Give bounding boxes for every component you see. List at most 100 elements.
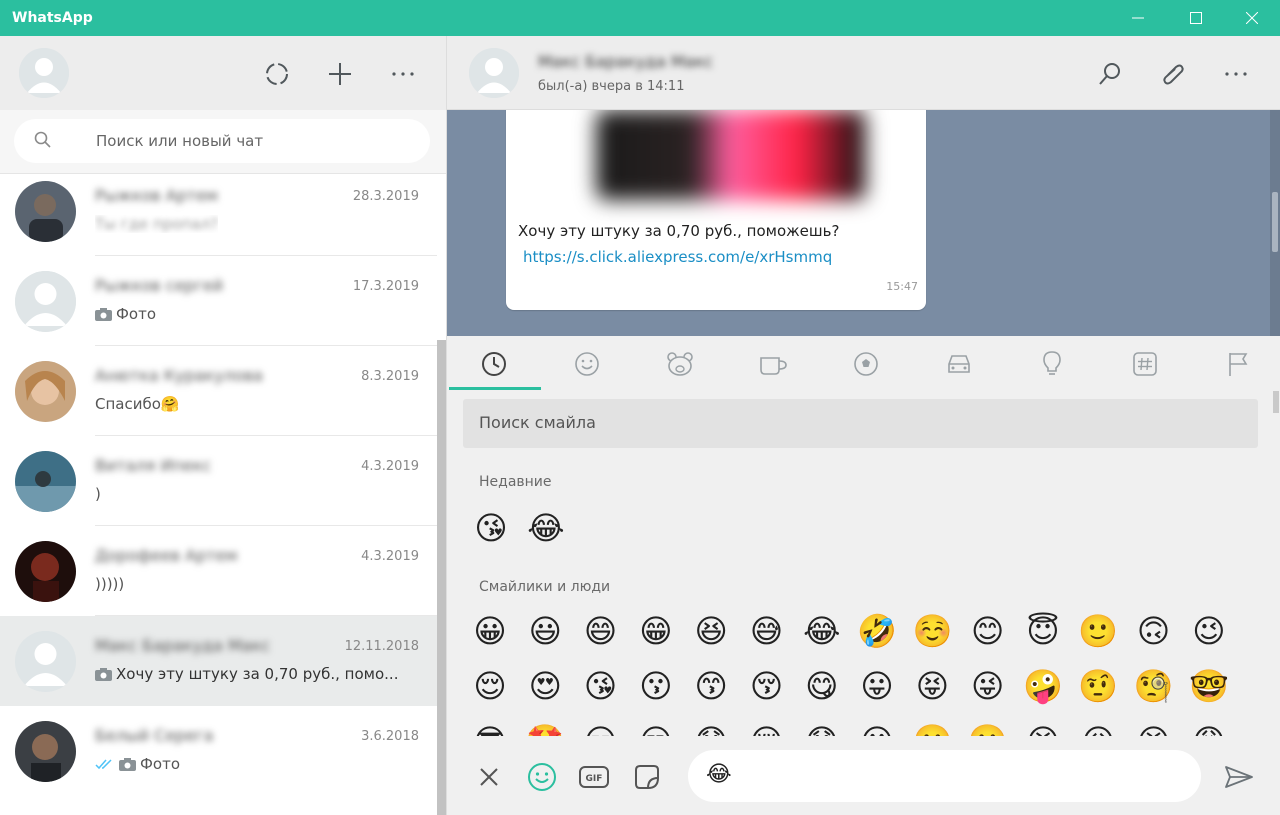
emoji-button[interactable]: 😕 bbox=[855, 721, 899, 736]
conversation-menu-button[interactable] bbox=[1220, 58, 1252, 90]
emoji-button[interactable]: 🤩 bbox=[523, 721, 567, 736]
emoji-button[interactable]: 🤣 bbox=[855, 611, 899, 655]
emoji-button[interactable]: 😄 bbox=[579, 611, 623, 655]
tab-flags[interactable] bbox=[1214, 346, 1262, 382]
chat-sidebar: Поиск или новый чат Рыжков Артем 28.3.20… bbox=[0, 36, 447, 815]
emoji-button[interactable]: 😍 bbox=[523, 666, 567, 710]
emoji-button[interactable]: 🙁 bbox=[910, 721, 954, 736]
chat-row[interactable]: Виталя Ипекс 4.3.2019 ) bbox=[0, 436, 437, 526]
emoji-button[interactable]: 😎 bbox=[468, 721, 512, 736]
chat-row-active[interactable]: Макс Баракуда Макс 12.11.2018 Хочу эту ш… bbox=[0, 616, 437, 706]
default-avatar-icon bbox=[15, 631, 76, 692]
emoji-button[interactable]: 🤨 bbox=[1076, 666, 1120, 710]
tab-animals[interactable] bbox=[656, 346, 704, 382]
sidebar-scrollbar[interactable] bbox=[437, 340, 446, 815]
emoji-button[interactable]: 😜 bbox=[966, 666, 1010, 710]
contact-avatar bbox=[15, 451, 76, 512]
emoji-button[interactable]: 😘 bbox=[579, 666, 623, 710]
message-input[interactable]: 😂 bbox=[688, 750, 1201, 802]
chat-row[interactable]: Дорофеев Артем 4.3.2019 ))))) bbox=[0, 526, 437, 616]
close-window-button[interactable] bbox=[1224, 0, 1280, 36]
emoji-button[interactable]: 😫 bbox=[1132, 721, 1176, 736]
emoji-button[interactable]: 😆 bbox=[689, 611, 733, 655]
chat-date: 17.3.2019 bbox=[352, 279, 419, 294]
emoji-button[interactable] bbox=[525, 760, 559, 794]
emoji-button[interactable]: 😒 bbox=[634, 721, 678, 736]
contact-name: Дорофеев Артем bbox=[95, 546, 238, 565]
emoji-button[interactable]: 🙃 bbox=[1132, 611, 1176, 655]
close-emoji-button[interactable] bbox=[472, 760, 506, 794]
emoji-button[interactable]: ☺️ bbox=[910, 611, 954, 655]
chat-row[interactable]: Рыжков сергей 17.3.2019 Фото bbox=[0, 256, 437, 346]
emoji-button[interactable]: ☹️ bbox=[966, 721, 1010, 736]
emoji-button[interactable]: 😇 bbox=[1021, 611, 1065, 655]
tab-smileys[interactable] bbox=[563, 346, 611, 382]
emoji-button[interactable]: 🤓 bbox=[1187, 666, 1231, 710]
emoji-button[interactable]: 😛 bbox=[855, 666, 899, 710]
emoji-button[interactable]: 🤪 bbox=[1021, 666, 1065, 710]
emoji-button[interactable]: 😖 bbox=[1076, 721, 1120, 736]
message-image[interactable] bbox=[596, 110, 866, 200]
emoji-button[interactable]: 😚 bbox=[745, 666, 789, 710]
emoji-button[interactable]: 😂 bbox=[524, 508, 568, 552]
emoji-scrollbar[interactable] bbox=[1270, 336, 1280, 736]
emoji-button[interactable]: 🧐 bbox=[1132, 666, 1176, 710]
emoji-button[interactable]: 😃 bbox=[523, 611, 567, 655]
search-input[interactable]: Поиск или новый чат bbox=[14, 119, 430, 163]
new-chat-button[interactable] bbox=[324, 58, 356, 90]
chat-row[interactable]: Анютка Куракулова 8.3.2019 Спасибо🤗 bbox=[0, 346, 437, 436]
emoji-button[interactable]: 😔 bbox=[745, 721, 789, 736]
message-bubble[interactable]: Хочу эту штуку за 0,70 руб., поможешь? h… bbox=[506, 110, 926, 310]
scrollbar-thumb[interactable] bbox=[1272, 192, 1278, 252]
chat-row[interactable]: Рыжков Артем 28.3.2019 Ты где пропал? bbox=[0, 174, 437, 256]
emoji-button[interactable]: 😟 bbox=[800, 721, 844, 736]
sidebar-menu-button[interactable] bbox=[387, 58, 419, 90]
emoji-button[interactable]: 😘 bbox=[469, 508, 513, 552]
close-icon bbox=[1246, 12, 1258, 24]
emoji-button[interactable]: 😙 bbox=[689, 666, 733, 710]
emoji-search-input[interactable]: Поиск смайла bbox=[463, 399, 1258, 448]
attach-button[interactable] bbox=[1157, 58, 1189, 90]
conversation-pane: Макс Баракуда Макс был(-а) вчера в 14:11… bbox=[447, 36, 1280, 815]
sticker-button[interactable] bbox=[630, 760, 664, 794]
emoji-button[interactable]: 😊 bbox=[966, 611, 1010, 655]
emoji-button[interactable]: 😀 bbox=[468, 611, 512, 655]
emoji-button[interactable]: 😩 bbox=[1187, 721, 1231, 736]
emoji-button[interactable]: 😗 bbox=[634, 666, 678, 710]
contact-name[interactable]: Макс Баракуда Макс bbox=[538, 52, 713, 71]
sticker-icon bbox=[635, 765, 659, 789]
send-button[interactable] bbox=[1219, 760, 1259, 794]
emoji-button[interactable]: 😁 bbox=[634, 611, 678, 655]
chat-row[interactable]: Белый Серега 3.6.2018 Фото bbox=[0, 706, 437, 796]
emoji-button[interactable]: 😝 bbox=[910, 666, 954, 710]
message-scrollbar[interactable] bbox=[1270, 110, 1280, 336]
emoji-button[interactable]: 😋 bbox=[800, 666, 844, 710]
gif-button[interactable]: GIF bbox=[577, 760, 611, 794]
tab-food[interactable] bbox=[749, 346, 797, 382]
emoji-button[interactable]: 😣 bbox=[1021, 721, 1065, 736]
emoji-button[interactable]: 😌 bbox=[468, 666, 512, 710]
tab-travel[interactable] bbox=[935, 346, 983, 382]
contact-name: Макс Баракуда Макс bbox=[95, 636, 271, 655]
tab-recent[interactable] bbox=[470, 346, 518, 382]
contact-avatar[interactable] bbox=[469, 48, 519, 98]
scrollbar-thumb[interactable] bbox=[1273, 391, 1279, 413]
maximize-icon bbox=[1190, 12, 1202, 24]
search-messages-button[interactable] bbox=[1094, 58, 1126, 90]
emoji-button[interactable]: 😏 bbox=[579, 721, 623, 736]
status-button[interactable] bbox=[261, 58, 293, 90]
camera-icon bbox=[95, 307, 112, 321]
chat-preview: Ты где пропал? bbox=[95, 215, 219, 233]
minimize-button[interactable] bbox=[1110, 0, 1166, 36]
emoji-button[interactable]: 😅 bbox=[745, 611, 789, 655]
emoji-button[interactable]: 😂 bbox=[800, 611, 844, 655]
tab-symbols[interactable] bbox=[1121, 346, 1169, 382]
tab-objects[interactable] bbox=[1028, 346, 1076, 382]
tab-sports[interactable] bbox=[842, 346, 890, 382]
emoji-button[interactable]: 🙂 bbox=[1076, 611, 1120, 655]
message-link[interactable]: https://s.click.aliexpress.com/e/xrHsmmq bbox=[523, 248, 832, 266]
emoji-button[interactable]: 😞 bbox=[689, 721, 733, 736]
emoji-button[interactable]: 😉 bbox=[1187, 611, 1231, 655]
my-avatar[interactable] bbox=[19, 48, 69, 98]
maximize-button[interactable] bbox=[1168, 0, 1224, 36]
